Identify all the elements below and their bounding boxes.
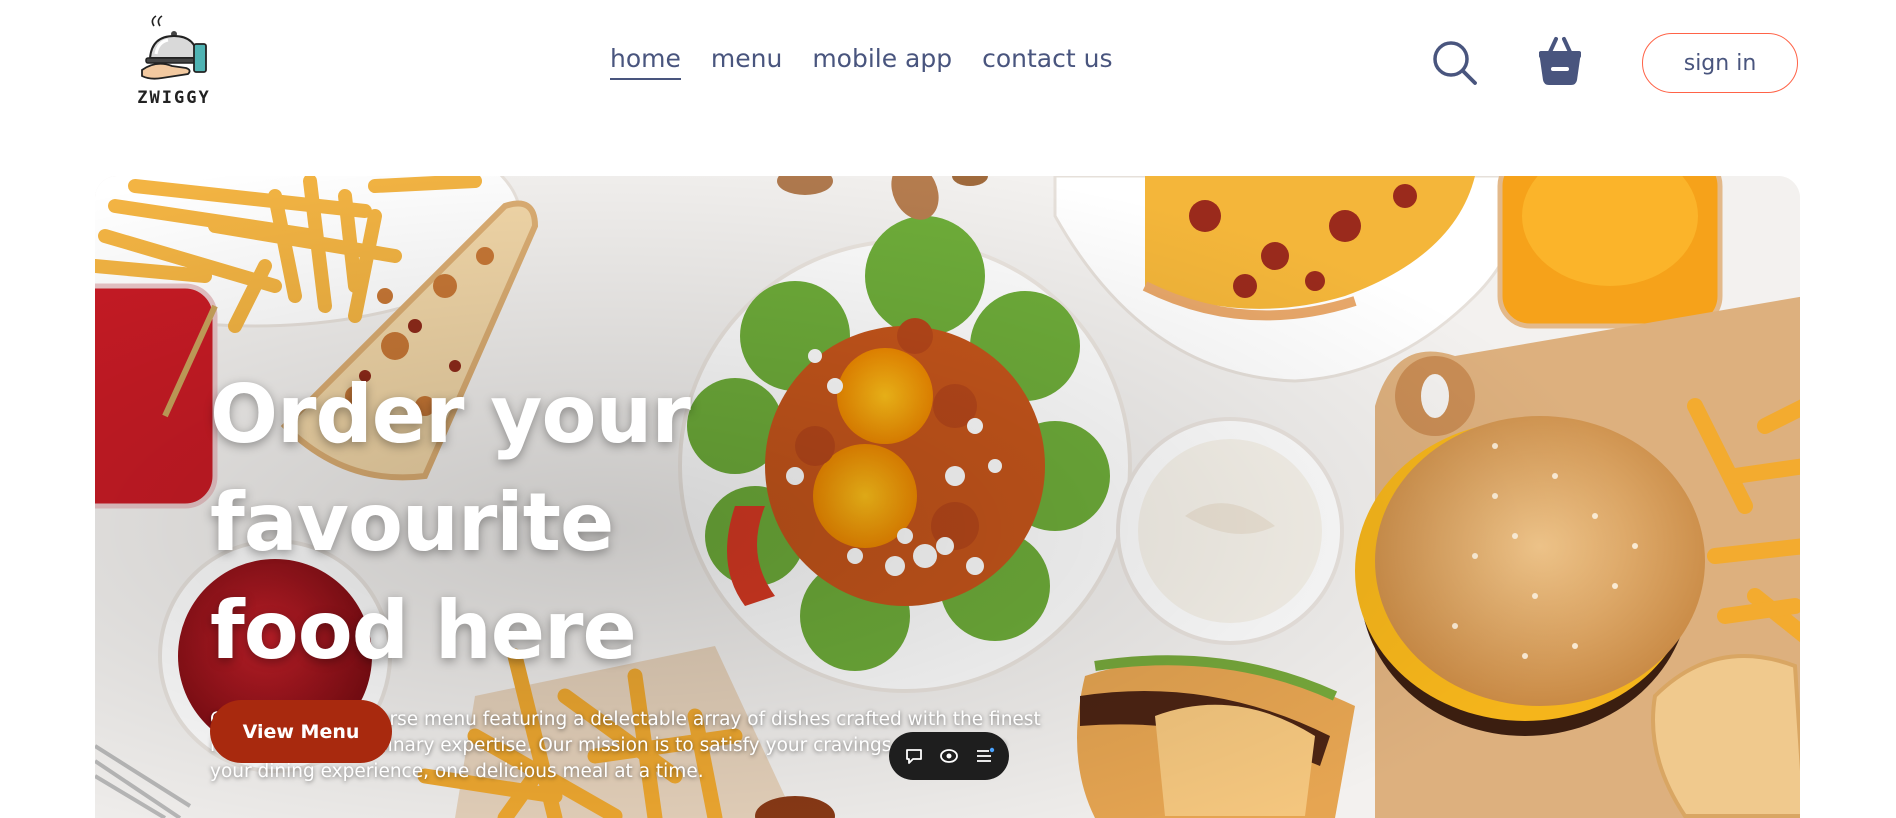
hero-title: Order your favourite food here xyxy=(210,361,1080,685)
eye-icon[interactable] xyxy=(938,745,960,767)
list-icon[interactable] xyxy=(974,745,996,767)
floating-toolbar xyxy=(889,732,1009,780)
nav-link-mobile-app[interactable]: mobile app xyxy=(812,44,952,80)
nav-link-menu[interactable]: menu xyxy=(711,44,782,80)
hero-title-line2: food here xyxy=(210,584,637,677)
view-menu-button[interactable]: View Menu xyxy=(210,700,392,763)
logo[interactable]: ZWIGGY xyxy=(128,14,220,108)
comment-icon[interactable] xyxy=(903,745,925,767)
sign-in-button[interactable]: sign in xyxy=(1642,33,1798,93)
search-icon xyxy=(1433,41,1477,85)
logo-text: ZWIGGY xyxy=(137,88,211,108)
basket-button[interactable] xyxy=(1536,36,1584,86)
nav-links: home menu mobile app contact us xyxy=(610,44,1112,80)
navbar: ZWIGGY home menu mobile app contact us s… xyxy=(0,0,1896,125)
search-button[interactable] xyxy=(1432,40,1478,86)
nav-link-contact-us[interactable]: contact us xyxy=(982,44,1112,80)
hero-banner: Order your favourite food here Choose fr… xyxy=(95,176,1800,818)
food-cloche-icon xyxy=(141,15,207,80)
hero-title-line1: Order your favourite xyxy=(210,368,691,569)
basket-icon xyxy=(1539,37,1581,85)
nav-link-home[interactable]: home xyxy=(610,44,681,80)
